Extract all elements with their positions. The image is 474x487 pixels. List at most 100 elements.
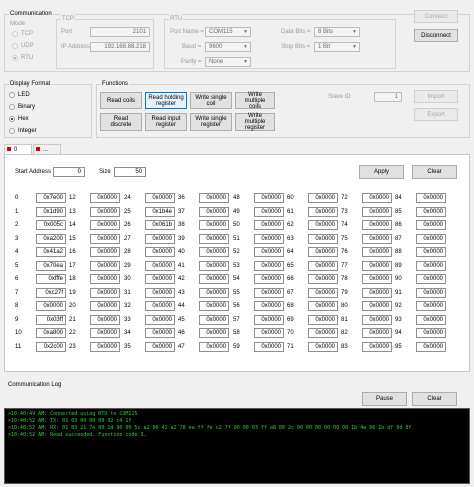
register-value-field[interactable]: 0x0000 [416,247,446,257]
register-value-field[interactable]: 0x0000 [254,274,284,284]
register-value-field[interactable]: 0x0000 [145,193,175,203]
register-value-field[interactable]: 0x0000 [308,261,338,271]
rtu-data-bits-select[interactable]: 8 Bits ▼ [314,27,360,37]
register-value-field[interactable]: 0x0000 [145,301,175,311]
register-value-field[interactable]: 0x0000 [145,274,175,284]
write-single-register-button[interactable]: Write single register [190,113,232,131]
register-value-field[interactable]: 0x0000 [362,247,392,257]
connect-button[interactable]: Connect [414,10,458,23]
register-value-field[interactable]: 0x0000 [145,342,175,352]
register-value-field[interactable]: 0x0000 [254,220,284,230]
register-value-field[interactable]: 0x0000 [90,328,120,338]
register-value-field[interactable]: 0x0000 [362,207,392,217]
register-value-field[interactable]: 0x0000 [90,301,120,311]
register-value-field[interactable]: 0x03ff [36,315,66,325]
read-discrete-button[interactable]: Read discrete [100,113,142,131]
register-value-field[interactable]: 0x0000 [145,288,175,298]
register-value-field[interactable]: 0x061b [145,220,175,230]
import-button[interactable]: Import [414,90,458,103]
register-value-field[interactable]: 0x0000 [199,315,229,325]
register-value-field[interactable]: 0x0000 [254,328,284,338]
register-value-field[interactable]: 0x2c00 [36,342,66,352]
register-value-field[interactable]: 0x0000 [254,315,284,325]
register-value-field[interactable]: 0x70ea [36,261,66,271]
format-radio-hex[interactable] [9,116,15,122]
format-radio-integer[interactable] [9,128,15,134]
pause-button[interactable]: Pause [362,392,407,406]
clear-log-button[interactable]: Clear [412,392,457,406]
tab-close-icon[interactable] [7,147,11,151]
register-value-field[interactable]: 0xfffe [36,274,66,284]
size-field[interactable]: 50 [114,167,146,177]
register-value-field[interactable]: 0x0000 [90,234,120,244]
tab-more[interactable]: ... [33,144,61,154]
mode-radio-tcp[interactable] [12,31,18,37]
register-value-field[interactable]: 0x0000 [416,220,446,230]
register-value-field[interactable]: 0x7e00 [36,193,66,203]
mode-radio-udp[interactable] [12,43,18,49]
register-value-field[interactable]: 0x0000 [308,193,338,203]
register-value-field[interactable]: 0x0000 [145,247,175,257]
register-value-field[interactable]: 0x0000 [308,207,338,217]
register-value-field[interactable]: 0x0000 [254,247,284,257]
write-multiple-coils-button[interactable]: Write multiple coils [235,92,275,110]
register-value-field[interactable]: 0x0000 [199,207,229,217]
register-value-field[interactable]: 0x0000 [199,220,229,230]
clear-registers-button[interactable]: Clear [412,165,457,179]
register-value-field[interactable]: 0x0000 [254,193,284,203]
rtu-parity-select[interactable]: None ▼ [205,57,251,67]
register-value-field[interactable]: 0x1b4e [145,207,175,217]
slave-id-field[interactable]: 1 [374,92,402,102]
register-value-field[interactable]: 0x0000 [36,301,66,311]
export-button[interactable]: Export [414,108,458,121]
register-value-field[interactable]: 0xa200 [36,234,66,244]
register-value-field[interactable]: 0x0000 [416,207,446,217]
register-value-field[interactable]: 0x0000 [416,288,446,298]
tab-close-icon[interactable] [36,147,40,151]
mode-radio-rtu[interactable] [12,55,18,61]
apply-button[interactable]: Apply [359,165,404,179]
register-value-field[interactable]: 0x0000 [199,301,229,311]
tab-0[interactable]: 0 [4,144,32,154]
register-value-field[interactable]: 0x0000 [308,220,338,230]
rtu-port-name-select[interactable]: COM115 ▼ [205,27,251,37]
register-value-field[interactable]: 0x0000 [199,234,229,244]
format-radio-binary[interactable] [9,104,15,110]
register-value-field[interactable]: 0x0000 [199,342,229,352]
register-value-field[interactable]: 0x0000 [308,247,338,257]
write-single-coil-button[interactable]: Write single coil [190,92,232,109]
tcp-port-field[interactable]: 2101 [90,27,150,37]
register-value-field[interactable]: 0x0000 [254,288,284,298]
register-value-field[interactable]: 0xc27f [36,288,66,298]
register-value-field[interactable]: 0x0000 [254,234,284,244]
register-value-field[interactable]: 0x0000 [145,315,175,325]
register-value-field[interactable]: 0x0000 [308,274,338,284]
disconnect-button[interactable]: Disconnect [414,29,458,42]
register-value-field[interactable]: 0x0000 [362,328,392,338]
register-value-field[interactable]: 0x0000 [362,234,392,244]
tcp-ip-field[interactable]: 192.168.88.218 [90,42,150,52]
rtu-stop-bits-select[interactable]: 1 Bit ▼ [314,42,360,52]
register-value-field[interactable]: 0x0000 [308,315,338,325]
rtu-baud-select[interactable]: 9600 ▼ [205,42,251,52]
register-value-field[interactable]: 0x0000 [90,261,120,271]
register-value-field[interactable]: 0x1d90 [36,207,66,217]
register-value-field[interactable]: 0x0000 [416,234,446,244]
communication-log-console[interactable]: >10:40:49 AM: Connected using RTU to COM… [4,408,470,484]
register-value-field[interactable]: 0x0000 [362,274,392,284]
register-value-field[interactable]: 0xa800 [36,328,66,338]
register-value-field[interactable]: 0x0000 [416,193,446,203]
register-value-field[interactable]: 0x0000 [416,274,446,284]
register-value-field[interactable]: 0x0000 [362,301,392,311]
register-value-field[interactable]: 0x0000 [199,247,229,257]
register-value-field[interactable]: 0x0000 [416,328,446,338]
register-value-field[interactable]: 0x0000 [362,220,392,230]
register-value-field[interactable]: 0x0000 [90,315,120,325]
register-value-field[interactable]: 0x0000 [362,261,392,271]
register-value-field[interactable]: 0x0000 [199,274,229,284]
register-value-field[interactable]: 0x0000 [90,247,120,257]
read-coils-button[interactable]: Read coils [100,92,142,109]
register-value-field[interactable]: 0x0000 [90,220,120,230]
register-value-field[interactable]: 0x41a2 [36,247,66,257]
register-value-field[interactable]: 0x0000 [90,193,120,203]
